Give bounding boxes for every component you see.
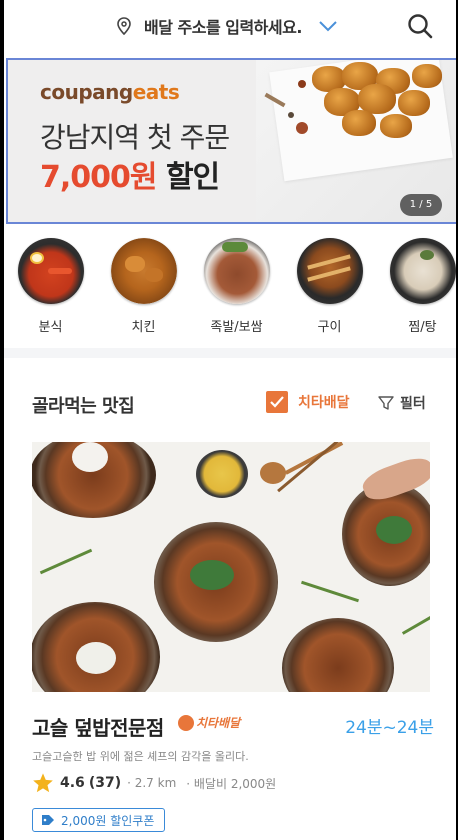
banner-pager: 1 / 5 bbox=[400, 194, 442, 216]
cheetah-badge: 치타배달 bbox=[178, 714, 240, 731]
cheetah-badge-label: 치타배달 bbox=[196, 716, 241, 730]
cheetah-icon bbox=[178, 714, 194, 731]
banner-amount: 7,000원 bbox=[40, 160, 157, 195]
search-icon[interactable] bbox=[406, 12, 434, 40]
category-chicken-image bbox=[110, 238, 177, 304]
banner-headline: 강남지역 첫 주문 bbox=[40, 121, 230, 154]
filter-button[interactable]: 필터 bbox=[378, 393, 426, 413]
filter-icon bbox=[378, 396, 394, 410]
coupang-eats-logo: coupangeats bbox=[40, 80, 180, 104]
review-count: (37) bbox=[88, 775, 122, 791]
cheetah-delivery-label: 치타배달 bbox=[298, 395, 350, 411]
app-screen: 배달 주소를 입력하세요. coupangeats 강남지역 첫 주문 7,00… bbox=[4, 0, 456, 840]
category-bunsik-image bbox=[17, 238, 84, 304]
category-label: 구이 bbox=[317, 320, 342, 335]
category-gui-image bbox=[296, 238, 363, 304]
banner-discount-word: 할인 bbox=[165, 160, 220, 195]
category-bunsik[interactable]: 분식 bbox=[4, 238, 97, 344]
promo-banner[interactable]: coupangeats 강남지역 첫 주문 7,000원 할인 1 / 5 bbox=[6, 58, 456, 224]
star-icon bbox=[33, 773, 53, 793]
delivery-eta: 24분~24분 bbox=[345, 718, 434, 738]
category-jokbal-bossam[interactable]: 족발/보쌈 bbox=[190, 238, 283, 344]
category-label: 치킨 bbox=[131, 320, 156, 335]
cheetah-delivery-toggle[interactable]: 치타배달 bbox=[266, 391, 350, 413]
section-divider bbox=[4, 348, 456, 358]
coupon-badge[interactable]: 2,000원 할인쿠폰 bbox=[32, 808, 166, 832]
filter-label: 필터 bbox=[400, 396, 426, 412]
category-gui[interactable]: 구이 bbox=[283, 238, 376, 344]
category-label: 찜/탕 bbox=[408, 320, 437, 335]
restaurant-description: 고슬고슬한 밥 위에 젊은 셰프의 감각을 올리다. bbox=[32, 750, 249, 763]
tag-icon bbox=[42, 815, 54, 825]
address-prompt: 배달 주소를 입력하세요. bbox=[144, 18, 302, 37]
address-selector[interactable]: 배달 주소를 입력하세요. bbox=[116, 14, 338, 38]
section-title: 골라먹는 맛집 bbox=[32, 396, 135, 417]
restaurant-name[interactable]: 고슬 덮밥전문점 bbox=[32, 712, 164, 741]
distance: · 2.7 km bbox=[127, 776, 177, 790]
category-jokbal-image bbox=[203, 238, 270, 304]
coupon-label: 2,000원 할인쿠폰 bbox=[61, 813, 155, 828]
restaurant-meta: 4.6 (37) · 2.7 km · 배달비 2,000원 bbox=[32, 772, 276, 794]
header: 배달 주소를 입력하세요. bbox=[4, 0, 456, 54]
restaurant-photo[interactable] bbox=[32, 442, 430, 692]
location-pin-icon bbox=[117, 17, 131, 35]
checkbox-checked-icon bbox=[266, 391, 288, 413]
category-list: 분식 치킨 족발/보쌈 구이 찜/탕 bbox=[4, 238, 456, 344]
delivery-fee: · 배달비 2,000원 bbox=[186, 776, 277, 791]
category-chicken[interactable]: 치킨 bbox=[97, 238, 190, 344]
banner-discount: 7,000원 할인 bbox=[40, 152, 220, 196]
category-label: 족발/보쌈 bbox=[210, 320, 263, 335]
category-label: 분식 bbox=[38, 320, 63, 335]
chevron-down-icon[interactable] bbox=[318, 20, 338, 32]
category-jjimtang-image bbox=[389, 238, 456, 304]
category-jjim-tang[interactable]: 찜/탕 bbox=[376, 238, 456, 344]
rating-value: 4.6 bbox=[60, 775, 85, 791]
